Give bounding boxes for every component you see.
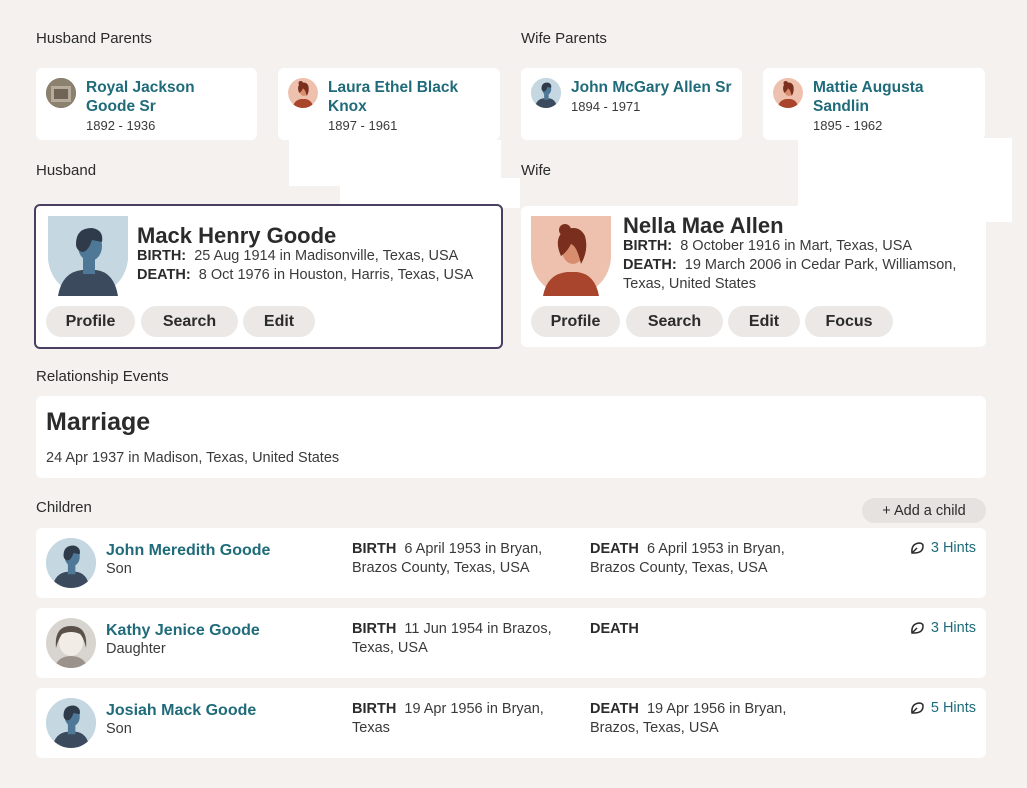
- hints-link[interactable]: 3 Hints: [909, 620, 976, 636]
- child-row[interactable]: Kathy Jenice Goode Daughter BIRTH 11 Jun…: [36, 608, 986, 678]
- wife-label: Wife: [521, 162, 551, 179]
- child-death: DEATH 6 April 1953 in Bryan, Brazos Count…: [590, 541, 785, 576]
- hint-leaf-icon: [909, 620, 925, 636]
- marriage-details: 24 Apr 1937 in Madison, Texas, United St…: [46, 450, 340, 466]
- female-avatar-icon: [288, 78, 318, 108]
- parent-dates: 1895 - 1962: [813, 118, 883, 133]
- relationship-events-label: Relationship Events: [36, 368, 169, 385]
- wife-death: DEATH: 19 March 2006 in Cedar Park, Will…: [623, 257, 957, 273]
- child-relation: Daughter: [106, 641, 166, 657]
- husband-death: DEATH: 8 Oct 1976 in Houston, Harris, Te…: [137, 267, 474, 283]
- child-row[interactable]: John Meredith Goode Son BIRTH 6 April 19…: [36, 528, 986, 598]
- child-name[interactable]: Josiah Mack Goode: [106, 702, 256, 720]
- child-birth: BIRTH 11 Jun 1954 in Brazos, Texas, USA: [352, 621, 552, 656]
- hints-link[interactable]: 3 Hints: [909, 540, 976, 556]
- child-death: DEATH: [590, 621, 639, 637]
- parent-name[interactable]: Royal Jackson Goode Sr: [86, 78, 246, 116]
- wife-search-button[interactable]: Search: [626, 306, 723, 337]
- parent-name[interactable]: John McGary Allen Sr: [571, 78, 732, 97]
- child-birth: BIRTH 19 Apr 1956 in Bryan, Texas: [352, 701, 544, 736]
- husband-birth: BIRTH: 25 Aug 1914 in Madisonville, Texa…: [137, 248, 459, 264]
- husband-edit-button[interactable]: Edit: [243, 306, 315, 337]
- husband-label: Husband: [36, 162, 97, 179]
- hint-leaf-icon: [909, 540, 925, 556]
- child-death: DEATH 19 Apr 1956 in Bryan, Brazos, Texas…: [590, 701, 787, 736]
- hints-link[interactable]: 5 Hints: [909, 700, 976, 716]
- photo-avatar: [46, 78, 76, 108]
- child-row[interactable]: Josiah Mack Goode Son BIRTH 19 Apr 1956 …: [36, 688, 986, 758]
- parent-dates: 1892 - 1936: [86, 118, 156, 133]
- add-child-button[interactable]: + Add a child: [862, 498, 986, 523]
- husband-parents-label: Husband Parents: [36, 30, 152, 47]
- child-name[interactable]: John Meredith Goode: [106, 542, 270, 560]
- wife-card[interactable]: Nella Mae Allen BIRTH: 8 October 1916 in…: [521, 206, 986, 347]
- parent-card-royal[interactable]: Royal Jackson Goode Sr 1892 - 1936: [36, 68, 257, 140]
- marriage-card[interactable]: Marriage 24 Apr 1937 in Madison, Texas, …: [36, 396, 986, 478]
- husband-name[interactable]: Mack Henry Goode: [137, 223, 336, 249]
- parent-card-mattie[interactable]: Mattie Augusta Sandlin 1895 - 1962: [763, 68, 985, 140]
- parent-card-john[interactable]: John McGary Allen Sr 1894 - 1971: [521, 68, 742, 140]
- hint-leaf-icon: [909, 700, 925, 716]
- wife-profile-button[interactable]: Profile: [531, 306, 620, 337]
- male-avatar-icon: [531, 78, 561, 108]
- wife-parents-label: Wife Parents: [521, 30, 607, 47]
- male-avatar-icon: [48, 216, 128, 296]
- child-name[interactable]: Kathy Jenice Goode: [106, 622, 260, 640]
- husband-profile-button[interactable]: Profile: [46, 306, 135, 337]
- marriage-title: Marriage: [46, 408, 151, 436]
- wife-edit-button[interactable]: Edit: [728, 306, 800, 337]
- wife-focus-button[interactable]: Focus: [805, 306, 893, 337]
- child-birth: BIRTH 6 April 1953 in Bryan, Brazos Count…: [352, 541, 543, 576]
- parent-name[interactable]: Mattie Augusta Sandlin: [813, 78, 975, 116]
- children-label: Children: [36, 499, 92, 516]
- parent-card-laura[interactable]: Laura Ethel Black Knox 1897 - 1961: [278, 68, 500, 140]
- husband-search-button[interactable]: Search: [141, 306, 238, 337]
- male-avatar-icon: [46, 538, 96, 588]
- wife-name[interactable]: Nella Mae Allen: [623, 213, 784, 239]
- wife-death-cont: Texas, United States: [623, 276, 756, 292]
- wife-birth: BIRTH: 8 October 1916 in Mart, Texas, US…: [623, 238, 913, 254]
- husband-card[interactable]: Mack Henry Goode BIRTH: 25 Aug 1914 in M…: [34, 204, 503, 349]
- parent-dates: 1894 - 1971: [571, 99, 641, 114]
- child-relation: Son: [106, 721, 132, 737]
- child-relation: Son: [106, 561, 132, 577]
- photo-avatar: [46, 618, 96, 668]
- male-avatar-icon: [46, 698, 96, 748]
- female-avatar-icon: [531, 216, 611, 296]
- parent-dates: 1897 - 1961: [328, 118, 398, 133]
- parent-name[interactable]: Laura Ethel Black Knox: [328, 78, 490, 116]
- female-avatar-icon: [773, 78, 803, 108]
